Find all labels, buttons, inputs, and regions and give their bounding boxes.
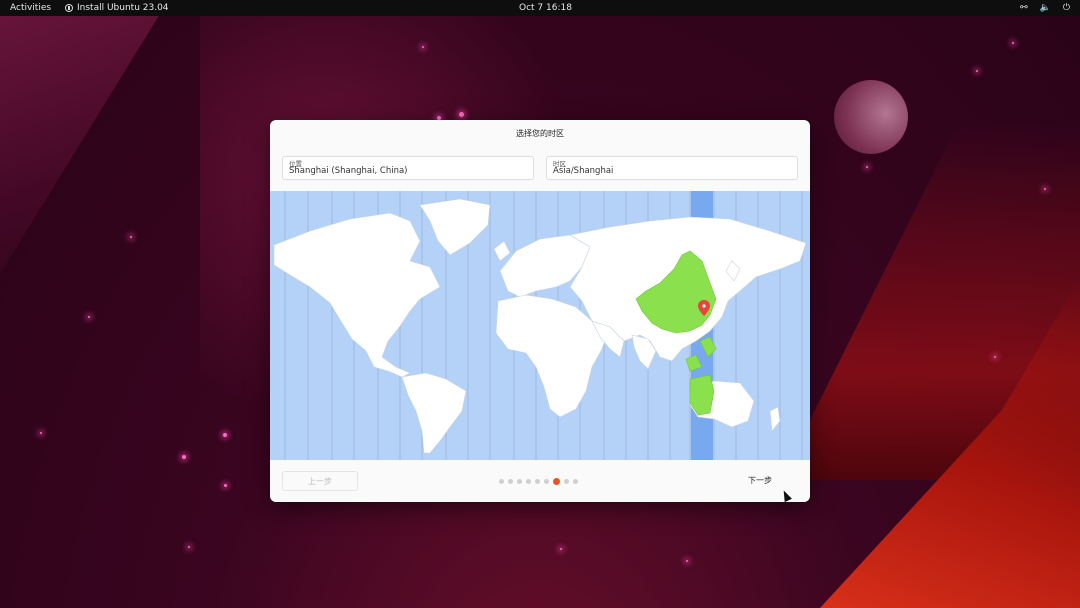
progress-dot <box>517 479 522 484</box>
timezone-map[interactable] <box>270 191 810 460</box>
app-menu[interactable]: Install Ubuntu 23.04 <box>65 0 169 16</box>
activities-button[interactable]: Activities <box>10 0 51 16</box>
top-bar: Activities Install Ubuntu 23.04 Oct 7 16… <box>0 0 1080 16</box>
installer-icon <box>65 4 73 12</box>
timezone-input[interactable] <box>553 166 778 176</box>
installer-dialog: 选择您的时区 位置 时区 <box>270 120 810 502</box>
progress-dot <box>564 479 569 484</box>
back-button[interactable]: 上一步 <box>282 471 358 491</box>
world-map[interactable] <box>270 191 810 460</box>
clock[interactable]: Oct 7 16:18 <box>519 0 572 16</box>
location-field[interactable]: 位置 <box>282 156 534 180</box>
dialog-footer: 上一步 下一步 <box>270 460 810 502</box>
progress-dot <box>508 479 513 484</box>
dialog-title: 选择您的时区 <box>516 129 564 138</box>
progress-dot-current <box>553 478 560 485</box>
next-button[interactable]: 下一步 <box>720 471 800 491</box>
progress-dot <box>544 479 549 484</box>
accessibility-icon[interactable]: ⚯ <box>1020 0 1028 16</box>
progress-dot <box>573 479 578 484</box>
volume-icon[interactable]: 🔈 <box>1040 0 1051 16</box>
progress-dot <box>535 479 540 484</box>
progress-dots <box>499 478 578 485</box>
timezone-field[interactable]: 时区 <box>546 156 798 180</box>
progress-dot <box>499 479 504 484</box>
progress-dot <box>526 479 531 484</box>
power-icon[interactable]: ⏻ <box>1063 0 1070 16</box>
location-input[interactable] <box>289 166 514 176</box>
system-tray[interactable]: ⚯ 🔈 ⏻ <box>1020 0 1070 16</box>
app-menu-label: Install Ubuntu 23.04 <box>77 3 169 13</box>
